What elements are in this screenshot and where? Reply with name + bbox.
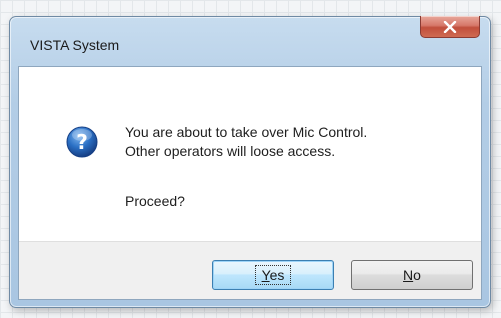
dialog-window: VISTA System ? You are about to take ove… [9,16,491,308]
svg-text:?: ? [76,130,88,154]
yes-mnemonic: Y [261,267,270,283]
question-icon: ? [66,126,98,158]
message-area: ? You are about to take over Mic Control… [19,67,481,241]
message-line-2: Other operators will loose access. [125,143,336,159]
yes-label-rest: es [269,267,285,283]
no-mnemonic: N [403,267,414,283]
no-label-rest: o [413,267,421,283]
close-button[interactable] [420,16,480,38]
no-button[interactable]: No [351,260,473,290]
proceed-prompt: Proceed? [125,193,185,209]
no-button-label: No [403,267,421,283]
yes-button-label: Yes [254,265,292,285]
button-bar: Yes No [19,241,481,299]
window-title: VISTA System [30,37,120,53]
close-icon [443,20,457,33]
dialog-client-area: ? You are about to take over Mic Control… [18,66,482,300]
message-text: You are about to take over Mic Control. … [125,123,367,161]
message-line-1: You are about to take over Mic Control. [125,124,368,140]
yes-button[interactable]: Yes [212,260,334,290]
